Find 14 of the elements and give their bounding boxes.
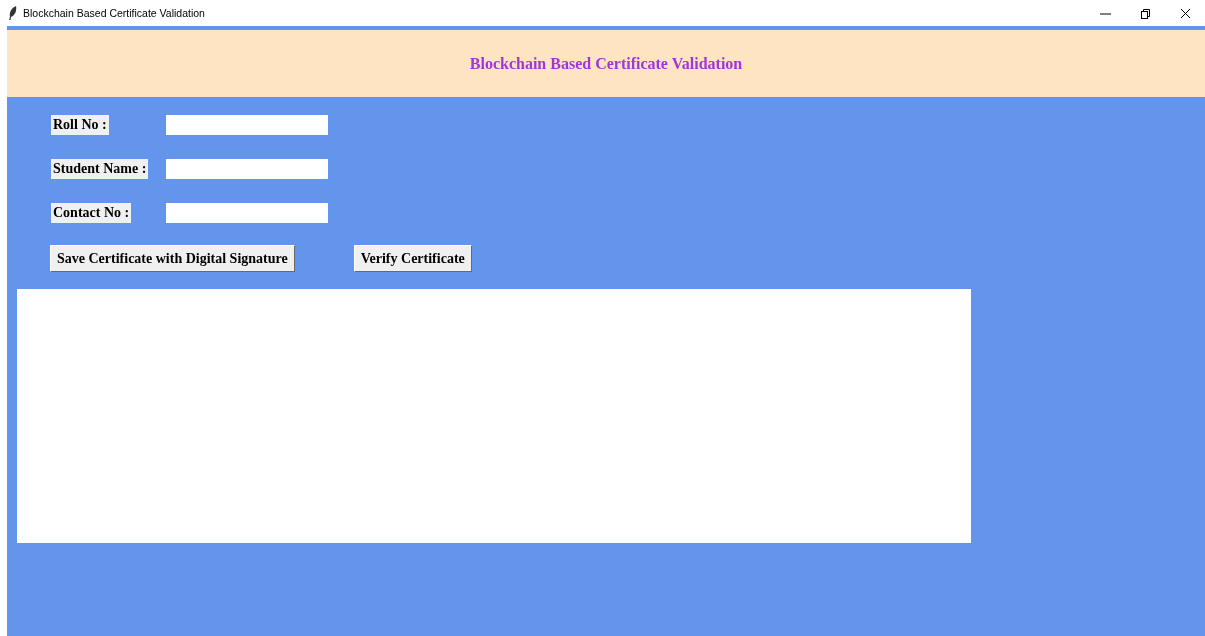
input-field[interactable]: [166, 159, 328, 179]
restore-icon[interactable]: [1139, 7, 1151, 19]
action-button[interactable]: Save Certificate with Digital Signature: [50, 245, 295, 272]
input-field[interactable]: [166, 203, 328, 223]
field-label: Contact No :: [51, 203, 132, 223]
app-title: Blockchain Based Certificate Validation: [469, 54, 743, 73]
input-field[interactable]: [166, 115, 328, 135]
field-label: Student Name :: [51, 159, 149, 179]
close-icon[interactable]: [1179, 7, 1191, 19]
feather-icon: [8, 6, 18, 20]
action-button[interactable]: Verify Certificate: [353, 245, 472, 272]
output-text-area[interactable]: [17, 289, 971, 543]
field-label: Roll No :: [51, 115, 109, 135]
window-title: Blockchain Based Certificate Validation: [23, 7, 206, 19]
